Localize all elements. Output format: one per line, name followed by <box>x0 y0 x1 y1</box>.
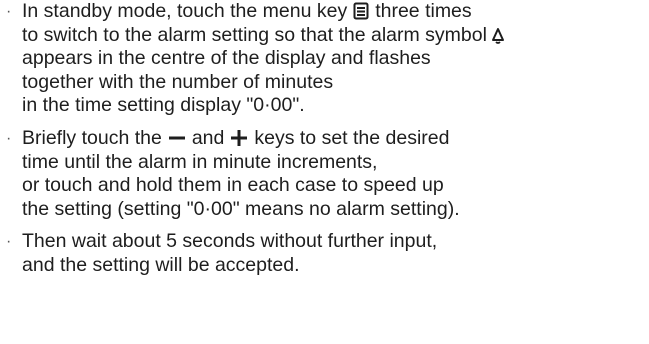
instruction-line: in the time setting display "0·00". <box>22 94 305 117</box>
text-segment: three times <box>375 0 472 22</box>
instruction-line: together with the number of minutes <box>22 70 334 93</box>
instruction-line: In standby mode, touch the menu key three… <box>22 0 644 24</box>
text-segment: and <box>191 126 225 149</box>
text-segment: keys to set the desired <box>254 126 450 149</box>
bullet-point: · <box>6 3 12 20</box>
instruction-line: time until the alarm in minute increment… <box>22 150 378 173</box>
bullet-point: · <box>6 129 12 147</box>
instruction-line: and the setting will be accepted. <box>22 253 300 276</box>
text-segment: to switch to the alarm setting so that t… <box>22 23 487 46</box>
instruction-item: · Briefly touch the and keys to set the de… <box>4 127 644 221</box>
instruction-item: · Then wait about 5 seconds without furt… <box>4 230 644 277</box>
instructions-document: · In standby mode, touch the menu key thr… <box>4 0 644 278</box>
instruction-line: the setting (setting "0·00" means no ala… <box>22 197 460 220</box>
instruction-line: or touch and hold them in each case to s… <box>22 174 444 197</box>
menu-key-icon <box>353 2 369 20</box>
instruction-line: Then wait about 5 seconds without furthe… <box>22 230 438 253</box>
instruction-line: appears in the centre of the display and… <box>22 47 431 70</box>
instruction-item: · In standby mode, touch the menu key thr… <box>4 0 644 118</box>
text-segment: Briefly touch the <box>22 126 162 149</box>
minus-key-icon <box>168 129 186 147</box>
alarm-bell-icon <box>491 27 505 44</box>
plus-key-icon <box>230 129 248 147</box>
text-segment: In standby mode, touch the menu key <box>22 0 348 22</box>
bullet-point: · <box>6 233 12 251</box>
instruction-line: Briefly touch the and keys to set the desi… <box>22 127 644 151</box>
instruction-line: to switch to the alarm setting so that t… <box>22 24 644 48</box>
